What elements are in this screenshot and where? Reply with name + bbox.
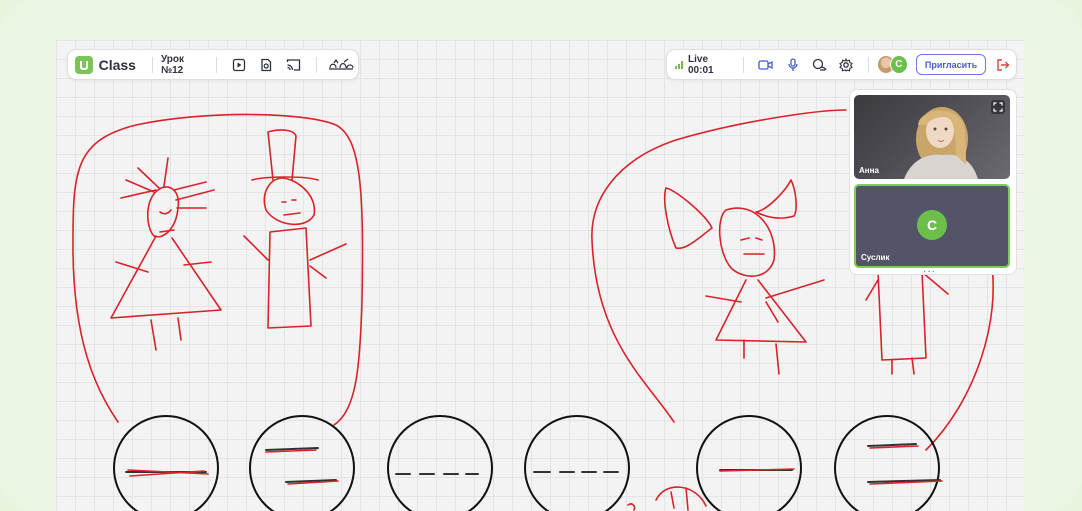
divider: [743, 56, 745, 73]
right-toolbar: Live 00:01 C Пригласить: [666, 49, 1017, 80]
class-logo-icon: [75, 55, 93, 74]
exit-icon[interactable]: [992, 54, 1013, 76]
chat-icon[interactable]: [809, 54, 830, 76]
expand-icon[interactable]: [991, 100, 1005, 114]
invite-button[interactable]: Пригласить: [915, 54, 987, 75]
camera-icon[interactable]: [755, 54, 776, 76]
divider: [151, 56, 153, 73]
divider: [867, 56, 869, 73]
signal-icon: [675, 60, 684, 69]
left-toolbar: Class Урок №12: [67, 49, 359, 80]
participant-tile-video[interactable]: Анна: [854, 95, 1010, 179]
participant-name: Суслик: [861, 253, 890, 262]
live-timer: Live 00:01: [688, 53, 714, 76]
microphone-icon[interactable]: [782, 54, 803, 76]
participant-tile-avatar[interactable]: C Суслик: [854, 184, 1010, 268]
more-icon[interactable]: ···: [923, 266, 936, 277]
participant-avatar-initial: C: [917, 210, 947, 240]
avatar-initial: C: [889, 55, 908, 74]
app-name: Class: [98, 56, 136, 73]
divider: [315, 56, 317, 73]
hats-icon[interactable]: [328, 54, 355, 76]
video-file-icon[interactable]: [228, 54, 250, 76]
settings-icon[interactable]: [836, 54, 857, 76]
cast-icon[interactable]: [283, 54, 305, 76]
document-icon[interactable]: [256, 54, 278, 76]
lesson-title: Урок №12: [160, 53, 185, 76]
live-indicator: Live 00:01: [675, 54, 733, 76]
video-panel: Анна C Суслик: [849, 89, 1017, 275]
divider: [216, 56, 218, 73]
participant-name: Анна: [859, 166, 879, 175]
